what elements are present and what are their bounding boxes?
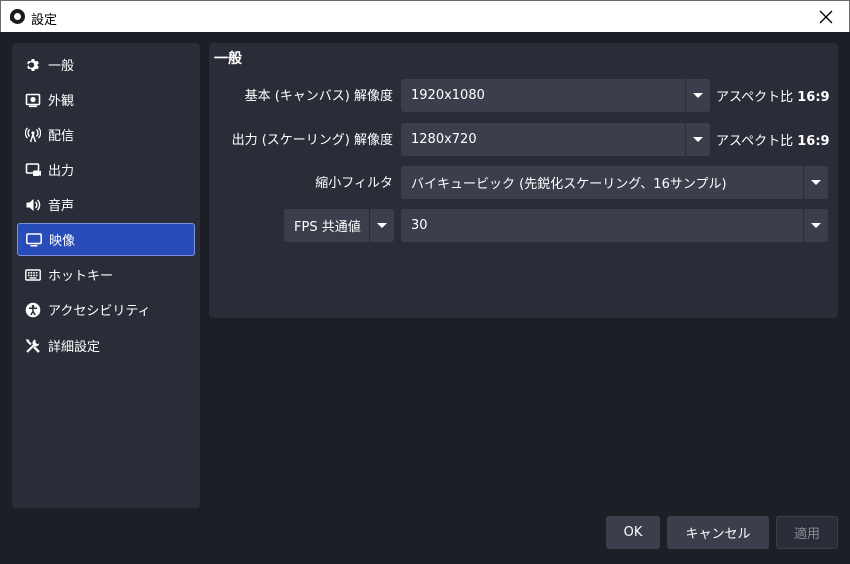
- sidebar-item-label: 映像: [49, 234, 76, 249]
- downscale-filter-combobox[interactable]: バイキュービック (先鋭化スケーリング、16サンプル): [401, 166, 828, 199]
- base-resolution-label: 基本 (キャンバス) 解像度: [244, 89, 393, 104]
- keyboard-icon: [24, 266, 42, 284]
- tools-icon: [24, 337, 42, 355]
- sidebar-item-stream[interactable]: 配信: [17, 118, 195, 151]
- output-aspect-ratio: アスペクト比 16:9: [716, 134, 830, 149]
- sidebar-item-label: 音声: [48, 199, 75, 214]
- downscale-filter-value: バイキュービック (先鋭化スケーリング、16サンプル): [411, 177, 727, 192]
- sidebar-item-appearance[interactable]: 外観: [17, 83, 195, 116]
- base-aspect-ratio: アスペクト比 16:9: [716, 90, 830, 105]
- close-icon: [819, 10, 833, 23]
- window-title: 設定: [31, 13, 58, 28]
- settings-sidebar: 一般 外観 配信 出力 音声 映像 ホットキー アクセシビリティ 詳細設定: [12, 43, 200, 508]
- output-icon: [24, 161, 42, 179]
- appearance-icon: [24, 91, 42, 109]
- sidebar-item-label: 外観: [48, 94, 75, 109]
- chevron-down-icon[interactable]: [369, 209, 394, 242]
- output-resolution-value: 1280x720: [411, 132, 477, 147]
- sidebar-item-label: ホットキー: [48, 269, 114, 284]
- output-resolution-combobox[interactable]: 1280x720: [401, 123, 710, 156]
- base-resolution-combobox[interactable]: 1920x1080: [401, 79, 710, 112]
- gear-icon: [24, 56, 42, 74]
- sidebar-item-label: 詳細設定: [48, 340, 101, 355]
- panel-title: 一般: [214, 51, 242, 67]
- chevron-down-icon[interactable]: [803, 209, 828, 242]
- cancel-button[interactable]: キャンセル: [667, 516, 769, 549]
- speaker-icon: [24, 196, 42, 214]
- sidebar-item-advanced[interactable]: 詳細設定: [17, 329, 195, 362]
- sidebar-item-output[interactable]: 出力: [17, 153, 195, 186]
- video-settings-panel: 一般 基本 (キャンバス) 解像度 1920x1080 アスペクト比 16:9 …: [209, 43, 838, 318]
- sidebar-item-general[interactable]: 一般: [17, 48, 195, 81]
- sidebar-item-accessibility[interactable]: アクセシビリティ: [17, 293, 195, 326]
- ok-button[interactable]: OK: [606, 516, 660, 549]
- fps-value: 30: [411, 218, 428, 233]
- sidebar-item-label: 一般: [48, 59, 75, 74]
- accessibility-icon: [24, 301, 42, 319]
- sidebar-item-label: 出力: [48, 164, 75, 179]
- monitor-icon: [25, 231, 43, 249]
- chevron-down-icon[interactable]: [685, 79, 710, 112]
- sidebar-item-video[interactable]: 映像: [17, 223, 195, 256]
- sidebar-item-label: 配信: [48, 129, 75, 144]
- settings-client-area: 一般 外観 配信 出力 音声 映像 ホットキー アクセシビリティ 詳細設定 一般…: [0, 32, 850, 564]
- apply-button[interactable]: 適用: [776, 516, 838, 549]
- broadcast-icon: [24, 126, 42, 144]
- chevron-down-icon[interactable]: [685, 123, 710, 156]
- sidebar-item-label: アクセシビリティ: [48, 304, 151, 319]
- chevron-down-icon[interactable]: [803, 166, 828, 199]
- close-button[interactable]: [803, 1, 849, 32]
- downscale-filter-label: 縮小フィルタ: [315, 176, 393, 191]
- title-bar: 設定: [0, 0, 850, 32]
- base-resolution-value: 1920x1080: [411, 88, 485, 103]
- sidebar-item-hotkeys[interactable]: ホットキー: [17, 258, 195, 291]
- fps-value-combobox[interactable]: 30: [401, 209, 828, 242]
- fps-type-value: FPS 共通値: [294, 220, 361, 235]
- fps-type-combobox[interactable]: FPS 共通値: [284, 209, 394, 242]
- sidebar-item-audio[interactable]: 音声: [17, 188, 195, 221]
- obs-logo-icon: [10, 9, 25, 24]
- output-resolution-label: 出力 (スケーリング) 解像度: [231, 133, 393, 148]
